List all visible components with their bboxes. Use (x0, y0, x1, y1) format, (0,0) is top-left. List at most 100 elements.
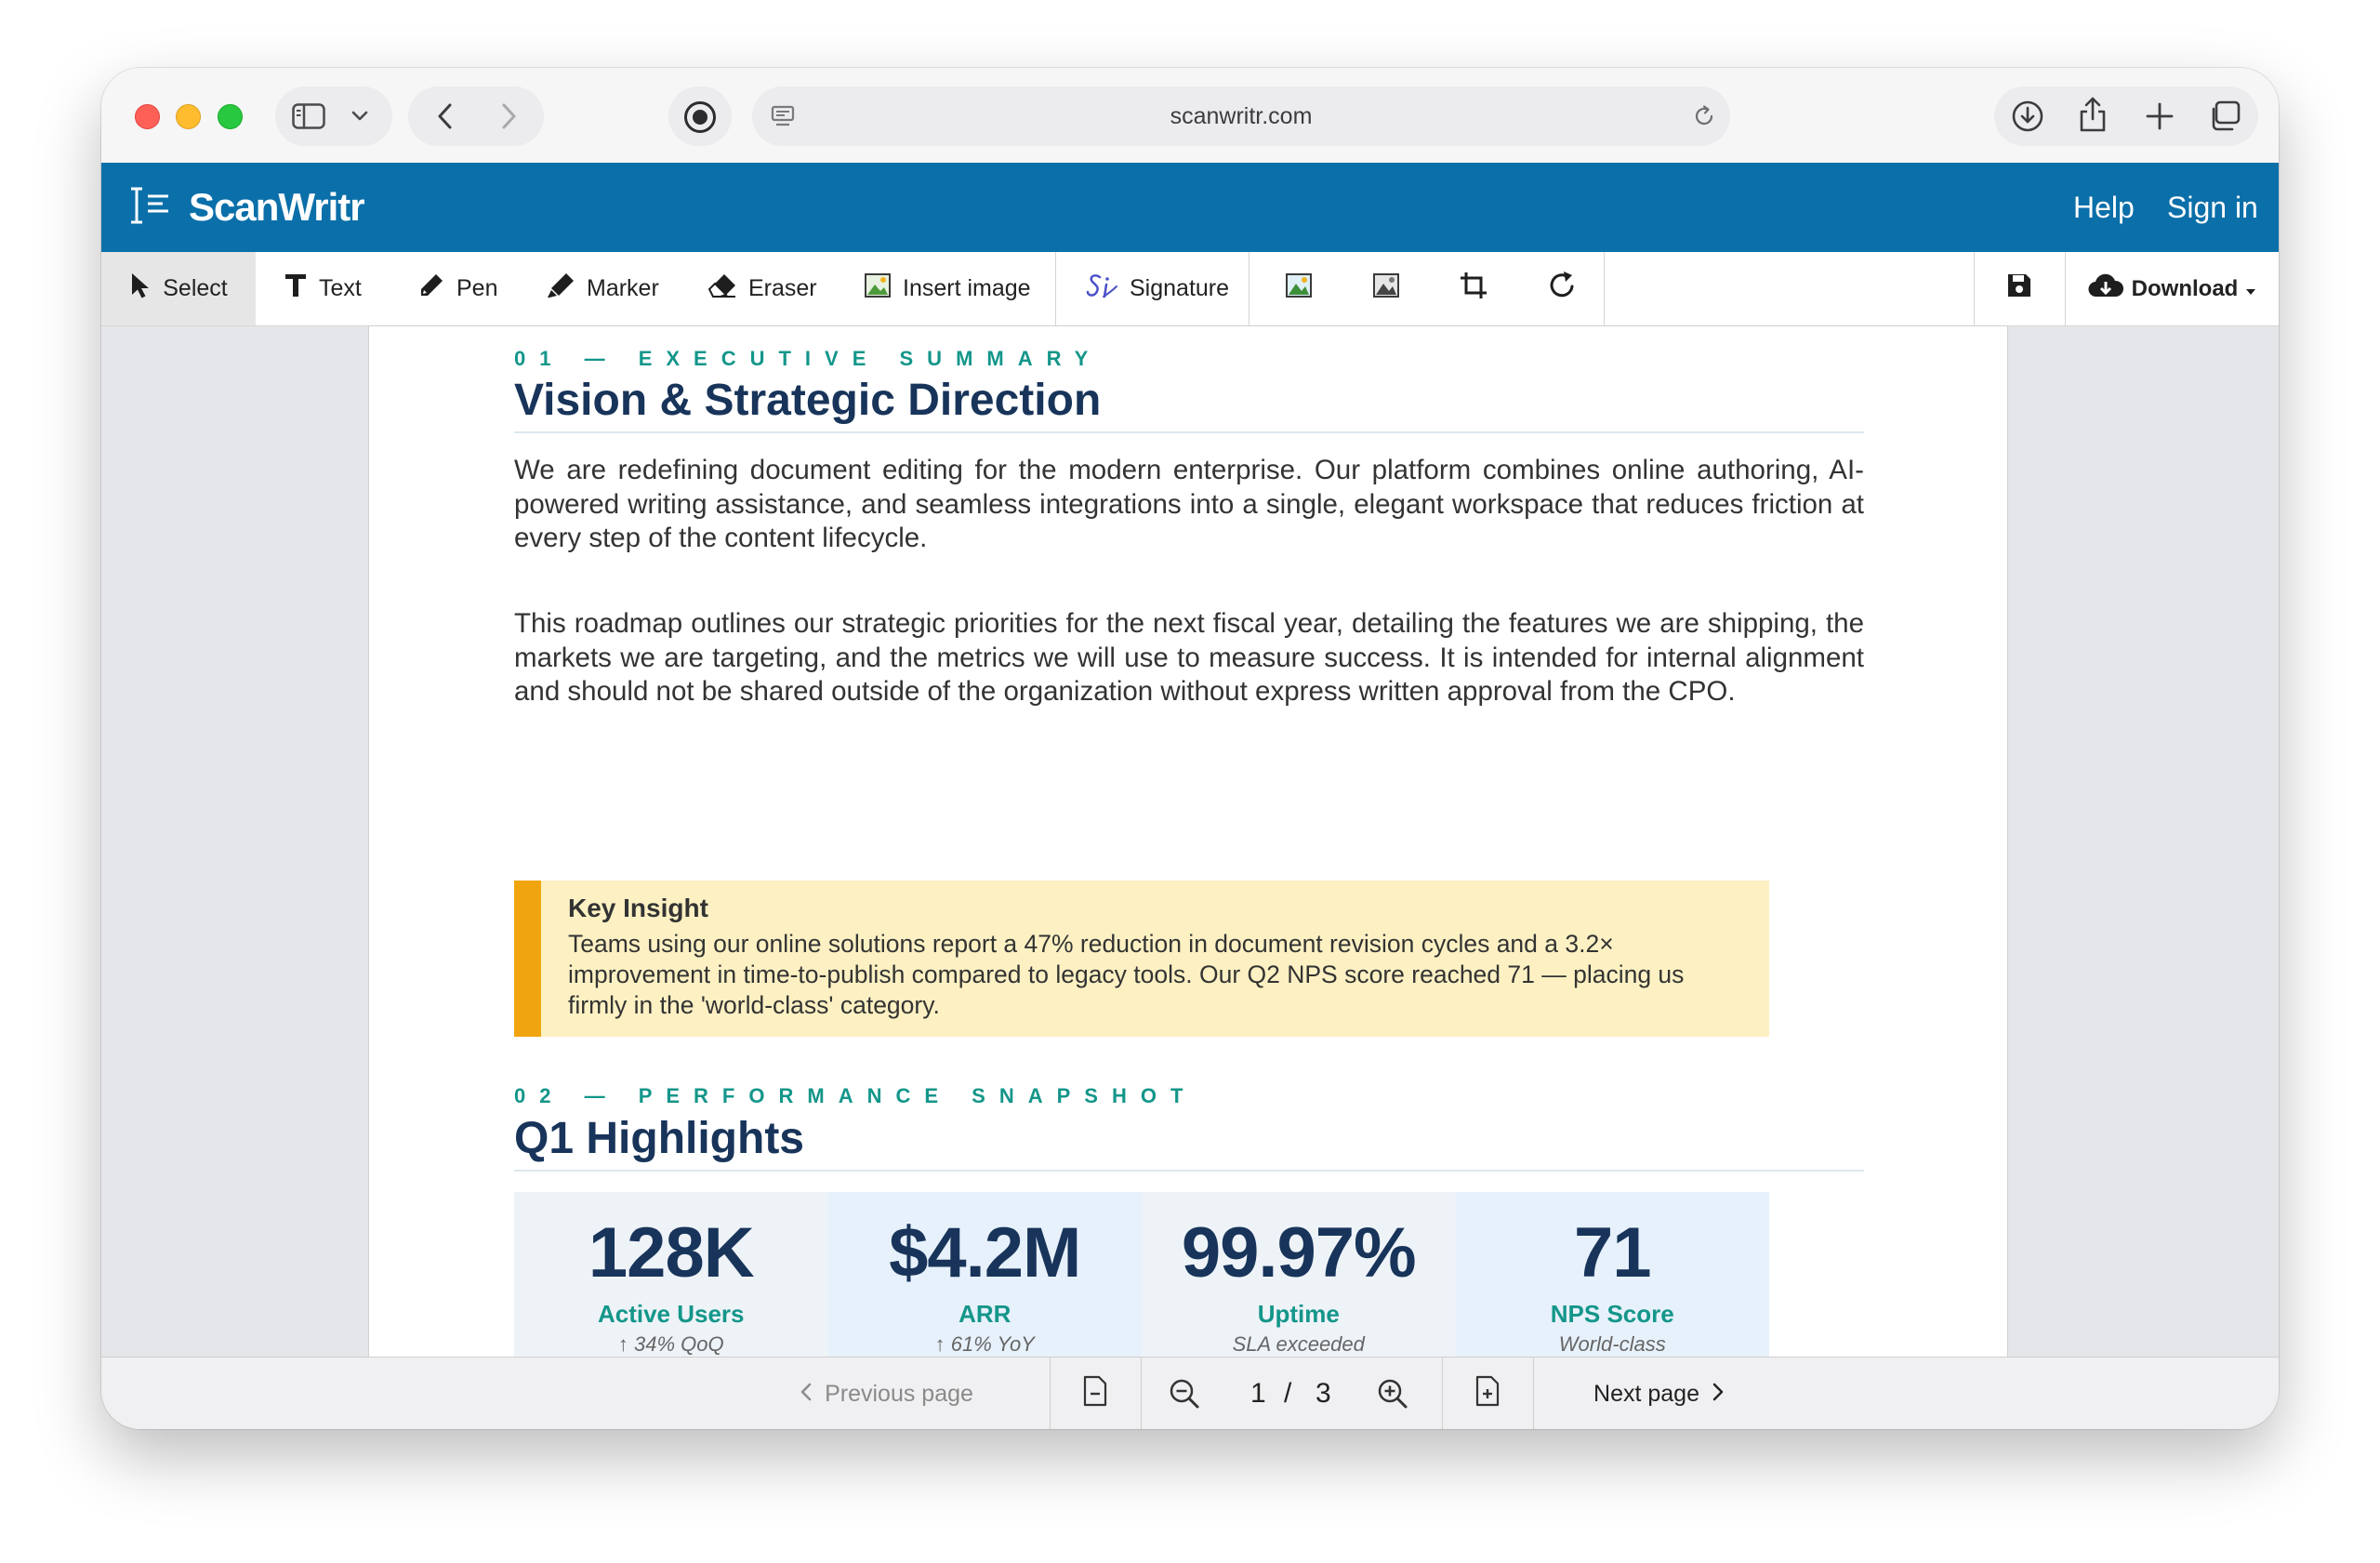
caret-down-icon (2245, 276, 2256, 302)
save-icon (2005, 272, 2033, 306)
text-tool-label: Text (319, 275, 362, 301)
image-icon (864, 272, 892, 306)
paragraph: We are redefining document editing for t… (514, 455, 1864, 553)
chevron-left-icon (800, 1381, 812, 1408)
cursor-icon (129, 272, 152, 306)
pen-tool-button[interactable]: Pen (417, 252, 497, 325)
next-page-button[interactable]: Next page (1533, 1358, 1784, 1429)
tab-overview-icon[interactable] (2206, 98, 2243, 135)
minimize-window-button[interactable] (176, 104, 201, 129)
forward-icon[interactable] (492, 99, 525, 133)
eraser-tool-button[interactable]: Eraser (707, 252, 817, 325)
signature-button[interactable]: Signature (1085, 252, 1229, 325)
signature-icon (1085, 272, 1118, 306)
image-adjust-button[interactable] (1265, 252, 1332, 325)
help-link[interactable]: Help (2073, 163, 2135, 252)
brand-name: ScanWritr (189, 185, 365, 229)
section-kicker: 02 — PERFORMANCE SNAPSHOT (514, 1084, 1197, 1107)
total-pages: 3 (1316, 1378, 1331, 1409)
section-title: Q1 Highlights (514, 1113, 1864, 1172)
marker-icon (546, 272, 575, 306)
insert-image-button[interactable]: Insert image (864, 252, 1031, 325)
kpi-label: ARR (959, 1300, 1012, 1328)
select-tool-button[interactable]: Select (101, 252, 256, 325)
kpi-label: Uptime (1257, 1300, 1340, 1328)
kpi-subtext: ↑ 34% QoQ (617, 1332, 724, 1356)
logo-icon (126, 185, 172, 231)
add-page-icon (1474, 1375, 1501, 1413)
insert-image-label: Insert image (903, 275, 1031, 301)
image-grayscale-icon (1372, 272, 1400, 306)
address-bar[interactable]: scanwritr.com (752, 86, 1730, 146)
new-tab-icon[interactable] (2141, 98, 2178, 135)
text-icon (284, 272, 308, 305)
back-icon[interactable] (429, 99, 462, 133)
page-navigation-bar: Previous page 1 / 3 Next page (101, 1357, 2279, 1429)
brand-logo[interactable]: ScanWritr (126, 163, 365, 252)
kpi-subtext: ↑ 61% YoY (934, 1332, 1035, 1356)
kpi-value: 99.97% (1181, 1213, 1417, 1292)
kpi-card: $4.2M ARR ↑ 61% YoY (827, 1192, 1142, 1376)
image-grayscale-button[interactable] (1353, 252, 1420, 325)
zoom-out-icon[interactable] (1169, 1378, 1200, 1416)
kpi-card: 99.97% Uptime SLA exceeded (1142, 1192, 1456, 1376)
callout-body: Teams using our online solutions report … (568, 930, 1685, 1019)
signature-label: Signature (1130, 275, 1230, 301)
kpi-grid: 128K Active Users ↑ 34% QoQ $4.2M ARR ↑ … (514, 1192, 1769, 1376)
downloads-icon[interactable] (2009, 98, 2046, 135)
app-header: ScanWritr Help Sign in (101, 163, 2279, 252)
crop-button[interactable] (1440, 252, 1507, 325)
editor-toolbar: Select Text Pen Marker Eraser Insert ima… (101, 252, 2279, 326)
key-insight-callout: Key Insight Teams using our online solut… (514, 881, 1769, 1037)
pen-tool-label: Pen (456, 275, 498, 301)
marker-tool-button[interactable]: Marker (546, 252, 659, 325)
download-button[interactable]: Download (2065, 252, 2279, 325)
kpi-subtext: SLA exceeded (1232, 1332, 1365, 1356)
page-separator: / (1284, 1378, 1292, 1409)
zoom-window-button[interactable] (218, 104, 243, 129)
privacy-report-icon[interactable] (681, 99, 719, 136)
toolbar-divider (1249, 252, 1250, 325)
rotate-button[interactable] (1529, 252, 1596, 325)
reload-icon[interactable] (1689, 101, 1719, 131)
kpi-value: $4.2M (889, 1213, 1081, 1292)
close-window-button[interactable] (135, 104, 160, 129)
sign-in-link[interactable]: Sign in (2167, 163, 2258, 252)
crop-icon (1459, 271, 1488, 307)
share-icon[interactable] (2074, 94, 2111, 135)
previous-page-button[interactable]: Previous page (724, 1358, 1050, 1429)
toolbar-divider (1055, 252, 1056, 325)
eraser-tool-label: Eraser (748, 275, 817, 301)
rotate-icon (1548, 271, 1578, 307)
paragraph: This roadmap outlines our strategic prio… (514, 608, 1864, 707)
eraser-icon (707, 272, 737, 305)
section-title: Vision & Strategic Direction (514, 375, 1864, 433)
kpi-value: 128K (588, 1213, 755, 1292)
save-button[interactable] (1974, 252, 2065, 325)
kpi-card: 128K Active Users ↑ 34% QoQ (514, 1192, 828, 1376)
callout-title: Key Insight (568, 894, 708, 922)
kpi-subtext: World-class (1558, 1332, 1666, 1356)
remove-page-button[interactable] (1050, 1358, 1141, 1429)
browser-toolbar: scanwritr.com (101, 68, 2279, 163)
remove-page-icon (1082, 1375, 1108, 1413)
kpi-label: NPS Score (1550, 1300, 1674, 1328)
sidebar-icon[interactable] (290, 99, 327, 133)
add-page-button[interactable] (1442, 1358, 1533, 1429)
chevron-right-icon (1712, 1381, 1724, 1408)
current-page-number[interactable]: 1 (1250, 1358, 1266, 1429)
zoom-and-page-indicator: 1 / 3 (1141, 1358, 1442, 1429)
text-tool-button[interactable]: Text (284, 252, 362, 325)
pen-icon (417, 272, 445, 306)
section-kicker: 01 — EXECUTIVE SUMMARY (514, 347, 1103, 370)
zoom-in-icon[interactable] (1377, 1378, 1408, 1416)
select-tool-label: Select (163, 275, 228, 301)
chevron-down-icon[interactable] (347, 103, 373, 129)
kpi-label: Active Users (597, 1300, 745, 1328)
image-color-icon (1285, 272, 1313, 306)
document-workspace[interactable]: 01 — EXECUTIVE SUMMARY Vision & Strategi… (101, 326, 2279, 1376)
previous-page-label: Previous page (825, 1380, 973, 1407)
next-page-label: Next page (1593, 1380, 1699, 1407)
document-page[interactable]: 01 — EXECUTIVE SUMMARY Vision & Strategi… (369, 326, 2007, 1376)
browser-window: scanwritr.com ScanWritr Help Sign in Sel… (101, 68, 2279, 1429)
